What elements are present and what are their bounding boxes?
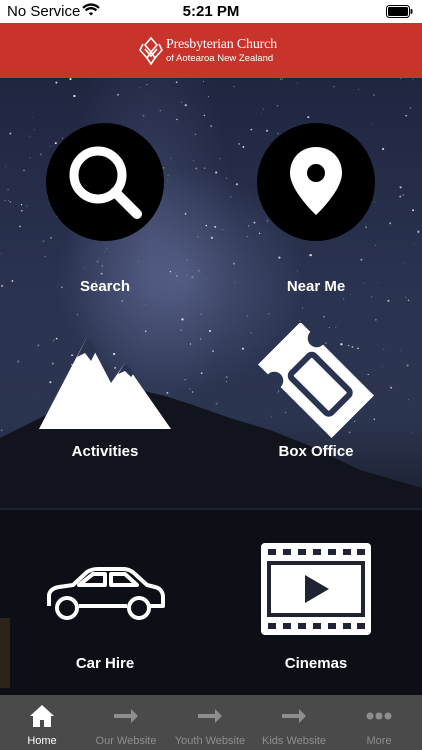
- tile-box-office-label: Box Office: [278, 443, 354, 460]
- arrow-right-icon: [196, 703, 224, 729]
- home-grid: Search Near Me Activities Box Office Car…: [0, 78, 422, 695]
- tab-our-website-label: Our Website: [95, 735, 157, 747]
- arrow-right-icon: [112, 703, 140, 729]
- status-bar: No Service 5:21 PM: [0, 0, 422, 23]
- tile-near-me-label: Near Me: [286, 278, 346, 295]
- tab-home-label: Home: [27, 735, 57, 747]
- logo-line1: Presbyterian Church: [166, 37, 277, 52]
- tile-box-office[interactable]: Box Office: [226, 322, 406, 523]
- logo-line2: of Aotearoa New Zealand: [166, 53, 274, 64]
- tile-car-hire-label: Car Hire: [75, 655, 135, 672]
- ticket-icon: [256, 322, 376, 438]
- more-dots-icon: [365, 703, 393, 729]
- burning-bush-icon: [139, 36, 163, 66]
- home-icon: [29, 703, 55, 729]
- tile-cinemas-label: Cinemas: [284, 655, 348, 672]
- tab-youth-website-label: Youth Website: [174, 735, 246, 747]
- mountains-icon: [39, 333, 171, 433]
- tab-more-label: More: [366, 735, 392, 747]
- tab-kids-website-label: Kids Website: [262, 735, 326, 747]
- tile-activities[interactable]: Activities: [15, 333, 195, 533]
- tab-youth-website[interactable]: Youth Website: [168, 695, 252, 750]
- tab-home[interactable]: Home: [0, 695, 84, 750]
- church-logo: Presbyterian Church of Aotearoa New Zeal…: [139, 36, 299, 68]
- tab-kids-website[interactable]: Kids Website: [252, 695, 336, 750]
- tab-our-website[interactable]: Our Website: [84, 695, 168, 750]
- tile-search-label: Search: [79, 278, 131, 295]
- tile-cinemas[interactable]: Cinemas: [226, 543, 406, 695]
- tile-search[interactable]: Search: [15, 123, 195, 323]
- tab-more[interactable]: More: [336, 695, 422, 750]
- car-icon: [43, 558, 167, 628]
- tile-activities-label: Activities: [71, 443, 139, 460]
- tile-car-hire[interactable]: Car Hire: [15, 558, 195, 695]
- bottom-tab-bar: Home Our Website Youth Website Kids Webs…: [0, 695, 422, 750]
- film-play-icon: [261, 543, 371, 635]
- search-icon: [46, 123, 164, 241]
- clock: 5:21 PM: [182, 3, 240, 20]
- arrow-right-icon: [280, 703, 308, 729]
- battery-icon: [386, 5, 414, 22]
- tile-near-me[interactable]: Near Me: [226, 123, 406, 323]
- app-header: Presbyterian Church of Aotearoa New Zeal…: [0, 23, 422, 78]
- map-pin-icon: [257, 123, 375, 241]
